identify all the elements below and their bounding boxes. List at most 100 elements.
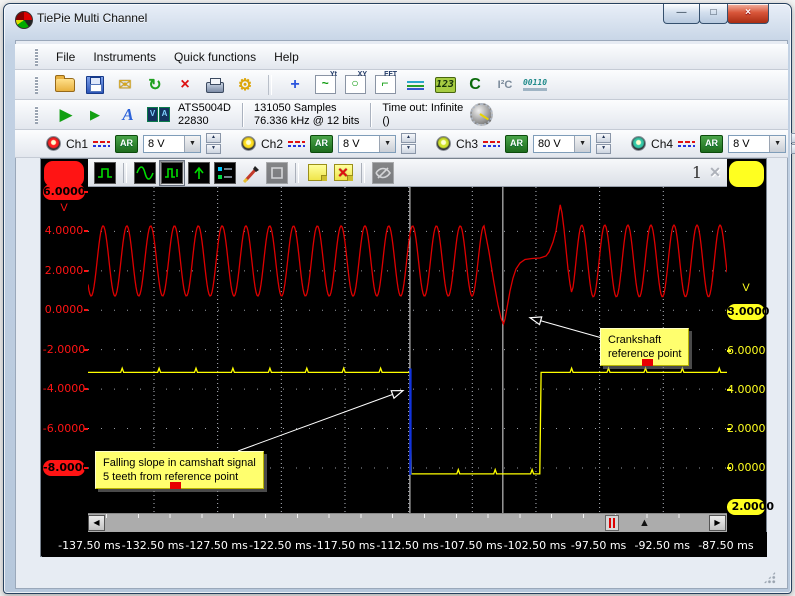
chevron-down-icon[interactable]: ▼	[184, 136, 200, 152]
open-icon[interactable]	[53, 73, 77, 97]
right-axis-top-block[interactable]	[729, 161, 764, 187]
step-up-icon[interactable]: ▲	[401, 133, 416, 143]
analog-waveform-icon[interactable]	[133, 161, 157, 185]
channel-led-icon[interactable]	[631, 136, 646, 151]
step-up-icon[interactable]: ▲	[791, 133, 795, 143]
autoranging-badge[interactable]: AR	[505, 135, 528, 153]
autoranging-badge[interactable]: AR	[700, 135, 723, 153]
awg-icon[interactable]: A	[116, 103, 140, 127]
note-anchor[interactable]	[642, 359, 653, 366]
value-display-icon[interactable]: 123	[433, 73, 457, 97]
right-axis[interactable]: 8.00006.00004.00002.00000.0000-2.0000V	[727, 159, 766, 532]
time-scrollbar[interactable]: ◀ ▲ ▶	[88, 513, 727, 532]
range-stepper[interactable]: ▲▼	[596, 133, 611, 154]
yt-graph-icon[interactable]: ~Yt	[313, 73, 337, 97]
binary-keyboard-icon[interactable]: 00110	[523, 73, 547, 97]
note-anchor[interactable]	[170, 482, 181, 489]
chevron-down-icon[interactable]: ▼	[379, 136, 395, 152]
time-label: -127.50 ms	[185, 539, 247, 552]
start-measurement-icon[interactable]: ▶	[54, 103, 78, 127]
mail-icon[interactable]: ✉	[113, 73, 137, 97]
range-select[interactable]: 8 V▼	[143, 135, 201, 153]
timeout-detail: ()	[382, 115, 463, 128]
coupling-icon[interactable]	[678, 141, 695, 147]
lcd-face: 123	[435, 77, 456, 93]
device-model: ATS5004D	[178, 102, 231, 115]
maximize-button[interactable]: □	[699, 4, 728, 24]
meter-icon[interactable]	[403, 73, 427, 97]
autoranging-badge[interactable]: AR	[310, 135, 333, 153]
range-select[interactable]: 8 V▼	[728, 135, 786, 153]
source-step-icon[interactable]	[93, 161, 117, 185]
settings-gear-icon[interactable]: ⚙	[233, 73, 257, 97]
close-graph-icon[interactable]: ✕	[707, 165, 723, 181]
device-info: ATS5004D22830	[178, 102, 231, 128]
camshaft-note[interactable]: Falling slope in camshaft signal 5 teeth…	[95, 451, 264, 489]
coupling-icon[interactable]	[288, 141, 305, 147]
chevron-down-icon[interactable]: ▼	[574, 136, 590, 152]
menu-item-help[interactable]: Help	[265, 47, 308, 67]
autoranging-badge[interactable]: AR	[115, 135, 138, 153]
range-value: 8 V	[343, 138, 360, 150]
time-label: -117.50 ms	[313, 539, 375, 552]
refresh-icon[interactable]: ↻	[143, 73, 167, 97]
save-icon[interactable]	[83, 73, 107, 97]
save-icon-face	[86, 76, 104, 94]
delete-notes-icon[interactable]: ×	[331, 161, 355, 185]
add-graph-icon[interactable]: +	[283, 73, 307, 97]
plot-area[interactable]: Crankshaft reference point Falling slope…	[88, 187, 727, 513]
channel-label: Ch1	[66, 137, 88, 151]
range-stepper[interactable]: ▲▼	[791, 133, 795, 154]
tile-face	[214, 162, 236, 184]
vertical-scale-icon[interactable]	[187, 161, 211, 185]
position-triangle-icon[interactable]: ▲	[639, 516, 650, 530]
add-note-icon[interactable]	[305, 161, 329, 185]
range-select[interactable]: 8 V ▼	[338, 135, 396, 153]
close-button[interactable]: ×	[727, 4, 769, 24]
step-down-icon[interactable]: ▼	[596, 144, 611, 154]
time-label: -97.50 ms	[571, 539, 626, 552]
scroll-left-button[interactable]: ◀	[88, 515, 105, 531]
left-axis-unit: V	[42, 202, 86, 214]
timeout-knob-icon[interactable]	[470, 103, 493, 126]
coupling-icon[interactable]	[93, 141, 110, 147]
time-label: -122.50 ms	[249, 539, 311, 552]
meter-display-icon[interactable]: VA	[147, 103, 171, 127]
channel-list-icon[interactable]	[213, 161, 237, 185]
step-up-icon[interactable]: ▲	[206, 133, 221, 143]
tile-face	[161, 162, 183, 184]
channel-led-icon[interactable]	[241, 136, 256, 151]
title-bar[interactable]: TiePie Multi Channel —□×	[4, 4, 791, 34]
graph-panel: 6.00004.00002.00000.0000-2.0000-4.0000-6…	[40, 158, 767, 557]
coupling-icon[interactable]	[483, 141, 500, 147]
oneshot-measurement-icon[interactable]: ▶	[85, 103, 109, 127]
menu-item-file[interactable]: File	[47, 47, 84, 67]
axis-tick	[727, 467, 731, 469]
trigger-marker[interactable]	[605, 515, 619, 531]
print-icon[interactable]	[203, 73, 227, 97]
digital-waveform-icon[interactable]	[159, 160, 185, 186]
left-axis[interactable]: 6.00004.00002.00000.0000-2.0000-4.0000-6…	[42, 159, 88, 532]
chevron-down-icon[interactable]: ▼	[769, 136, 785, 152]
i2c-icon[interactable]: I²C	[493, 73, 517, 97]
step-down-icon[interactable]: ▼	[791, 144, 795, 154]
scroll-right-button[interactable]: ▶	[709, 515, 726, 531]
step-down-icon[interactable]: ▼	[401, 144, 416, 154]
minimize-button[interactable]: —	[663, 4, 700, 24]
crescent-icon[interactable]: C	[463, 73, 487, 97]
xy-graph-icon[interactable]: ○XY	[343, 73, 367, 97]
channel-led-icon[interactable]	[436, 136, 451, 151]
channel-led-icon[interactable]	[46, 136, 61, 151]
range-stepper[interactable]: ▲▼	[206, 133, 221, 154]
range-stepper[interactable]: ▲▼	[401, 133, 416, 154]
crankshaft-note[interactable]: Crankshaft reference point	[600, 328, 689, 366]
step-down-icon[interactable]: ▼	[206, 144, 221, 154]
paintbrush-icon[interactable]	[239, 161, 263, 185]
menu-item-instruments[interactable]: Instruments	[84, 47, 165, 67]
range-select[interactable]: 80 V▼	[533, 135, 591, 153]
menu-item-quick-functions[interactable]: Quick functions	[165, 47, 265, 67]
step-up-icon[interactable]: ▲	[596, 133, 611, 143]
fft-graph-icon[interactable]: ⌐FFT	[373, 73, 397, 97]
timeout-label: Time out: Infinite	[382, 102, 463, 115]
delete-icon[interactable]: ×	[173, 73, 197, 97]
